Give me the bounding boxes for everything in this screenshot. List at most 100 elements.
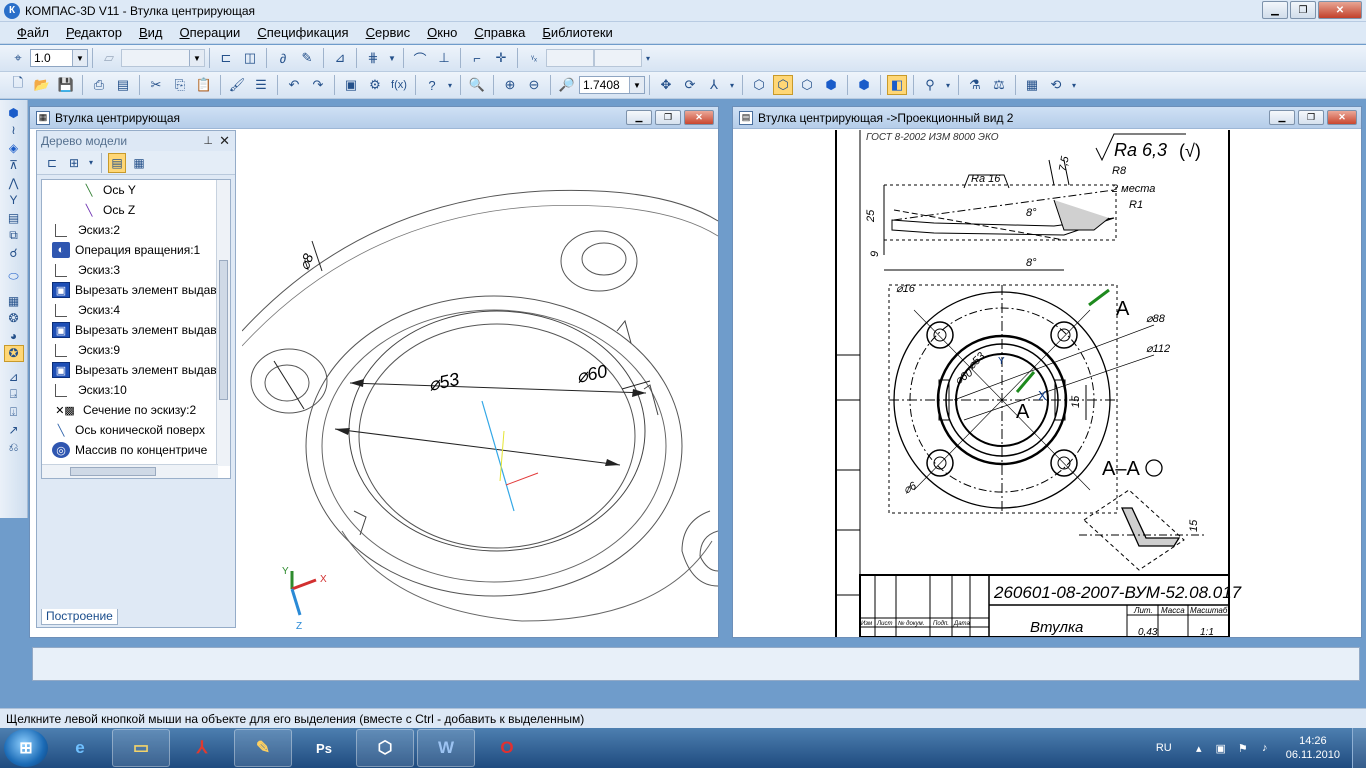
- variables-icon[interactable]: f(x): [389, 75, 409, 95]
- copy-icon[interactable]: ⎘: [170, 75, 190, 95]
- tree-item-sketch[interactable]: Эскиз:3: [42, 260, 230, 280]
- close-icon[interactable]: ✕: [1318, 1, 1362, 19]
- menu-specification[interactable]: Спецификация: [257, 25, 348, 40]
- menu-help[interactable]: Справка: [474, 25, 525, 40]
- restore-icon[interactable]: ❐: [1298, 110, 1324, 125]
- menu-view[interactable]: Вид: [139, 25, 163, 40]
- tree-item-cut[interactable]: ▣ Вырезать элемент выдав: [42, 360, 230, 380]
- spatial-curves-icon[interactable]: ≀: [4, 122, 24, 139]
- refresh-icon[interactable]: ⟲: [1046, 75, 1066, 95]
- model-viewport[interactable]: ⌀53 ⌀60 ⌀8 Y X Z: [242, 131, 718, 637]
- tree-item-cut[interactable]: ▣ Вырезать элемент выдав: [42, 280, 230, 300]
- menu-operations[interactable]: Операции: [179, 25, 240, 40]
- edit-model-icon[interactable]: ▦: [4, 292, 24, 309]
- coords-xy-icon[interactable]: ᵞₓ: [524, 48, 544, 68]
- snap-icon[interactable]: ⌖: [8, 48, 28, 68]
- kompas-task-icon[interactable]: ✎: [234, 729, 292, 767]
- restore-icon[interactable]: ❐: [655, 110, 681, 125]
- snap-bind-icon[interactable]: ∂: [273, 48, 293, 68]
- measure-icon[interactable]: ⚗: [965, 75, 985, 95]
- minimize-icon[interactable]: ▁: [1262, 1, 1288, 19]
- tree-item-axis[interactable]: ╲ Ось конической поверх: [42, 420, 230, 440]
- new-file-icon[interactable]: 🗋: [8, 75, 28, 95]
- hidden-lines-icon[interactable]: ⬡: [773, 75, 793, 95]
- menu-service[interactable]: Сервис: [366, 25, 411, 40]
- aux-geometry-icon[interactable]: ⋀: [4, 174, 24, 191]
- start-button[interactable]: ⊞: [4, 729, 48, 767]
- close-icon[interactable]: ✕: [219, 133, 230, 149]
- redo-icon[interactable]: ↷: [308, 75, 328, 95]
- chevron-down-icon[interactable]: ▼: [387, 48, 397, 68]
- zoom-icon[interactable]: 🔎: [557, 75, 577, 95]
- designation-icon[interactable]: ⍈: [4, 386, 24, 403]
- restore-icon[interactable]: ❐: [1290, 1, 1316, 19]
- volume-icon[interactable]: ♪: [1258, 741, 1272, 755]
- select-icon[interactable]: ⎌: [4, 439, 24, 456]
- tree-item-sketch[interactable]: Эскиз:9: [42, 340, 230, 360]
- cut-icon[interactable]: ✂: [146, 75, 166, 95]
- tree-item-sketch[interactable]: Эскиз:10: [42, 380, 230, 400]
- active-tool-icon[interactable]: ✪: [3, 344, 24, 362]
- photoshop-icon[interactable]: Ps: [295, 729, 353, 767]
- tree-item-axis-z[interactable]: ╲ Ось Z: [42, 200, 230, 220]
- tree-filter-icon[interactable]: ▦: [130, 153, 148, 173]
- y-coord-field[interactable]: [594, 49, 642, 67]
- tab-build[interactable]: Построение: [41, 609, 118, 625]
- halftone-edges-icon[interactable]: ⬢: [854, 75, 874, 95]
- round-icon[interactable]: ⌒: [410, 48, 430, 68]
- clock[interactable]: 14:26 06.11.2010: [1286, 734, 1340, 762]
- x-coord-field[interactable]: [546, 49, 594, 67]
- filter-tool-icon[interactable]: ⧉: [4, 227, 24, 244]
- tree-item-pattern[interactable]: ◎ Массив по концентриче: [42, 440, 230, 460]
- paste-icon[interactable]: 📋: [194, 75, 214, 95]
- manager-icon[interactable]: ▣: [341, 75, 361, 95]
- language-indicator[interactable]: RU: [1156, 742, 1172, 754]
- menu-edit[interactable]: Редактор: [66, 25, 122, 40]
- camera-icon[interactable]: ◕: [4, 327, 24, 344]
- filter-icon[interactable]: ⚲: [920, 75, 940, 95]
- show-desktop-button[interactable]: [1352, 728, 1366, 768]
- param-icon[interactable]: ↗: [4, 421, 24, 438]
- drawing-viewport[interactable]: ГОСТ 8-2002 ИЗМ 8000 ЭКО Ra 6,3 (√) Ra 1…: [734, 130, 1360, 637]
- chevron-down-icon[interactable]: ▾: [446, 75, 454, 95]
- wireframe-icon[interactable]: ⬡: [749, 75, 769, 95]
- dimension-icon[interactable]: ⊿: [4, 369, 24, 386]
- pin-icon[interactable]: ⊥: [203, 134, 213, 147]
- undo-icon[interactable]: ↶: [284, 75, 304, 95]
- zoom-window-icon[interactable]: 🔍: [467, 75, 487, 95]
- chevron-down-icon[interactable]: ▼: [629, 77, 644, 93]
- tree-view-mode-icon[interactable]: ▤: [108, 152, 126, 173]
- preview-icon[interactable]: ▤: [113, 75, 133, 95]
- menu-file[interactable]: Файл: [17, 25, 49, 40]
- minimize-icon[interactable]: ▁: [626, 110, 652, 125]
- pencil-icon[interactable]: ✎: [297, 48, 317, 68]
- close-icon[interactable]: ✕: [684, 110, 714, 125]
- ie-icon[interactable]: e: [51, 729, 109, 767]
- vmware-icon[interactable]: ⬡: [356, 729, 414, 767]
- save-icon[interactable]: 💾: [56, 75, 76, 95]
- action-center-icon[interactable]: ⚑: [1236, 741, 1250, 755]
- cursor-xy-icon[interactable]: ✛: [491, 48, 511, 68]
- sheet-metal-icon[interactable]: Y: [4, 192, 24, 209]
- specification-icon[interactable]: ☌: [4, 244, 24, 261]
- tree-order-icon[interactable]: ⊏: [43, 153, 61, 173]
- print-icon[interactable]: ⎙: [89, 75, 109, 95]
- library-icon[interactable]: ⚙: [365, 75, 385, 95]
- body-icon[interactable]: ⬭: [4, 268, 24, 285]
- orientation-icon[interactable]: ◫: [240, 48, 260, 68]
- local-cs-icon[interactable]: ⊏: [216, 48, 236, 68]
- arrays-icon[interactable]: ⊼: [4, 157, 24, 174]
- kompas-app-icon[interactable]: К: [4, 2, 20, 19]
- no-hidden-lines-icon[interactable]: ⬡: [797, 75, 817, 95]
- zoom-combo[interactable]: 1.7408 ▼: [579, 76, 645, 94]
- polyline-icon[interactable]: ⌐: [467, 48, 487, 68]
- close-icon[interactable]: ✕: [1327, 110, 1357, 125]
- zoom-out-icon[interactable]: ⊖: [524, 75, 544, 95]
- chevron-down-icon[interactable]: ▾: [944, 75, 952, 95]
- tree-item-sketch[interactable]: Эскиз:4: [42, 300, 230, 320]
- tree-item-axis-y[interactable]: ╲ Ось Y: [42, 180, 230, 200]
- solid-ops-icon[interactable]: ⬢: [4, 104, 24, 121]
- menu-window[interactable]: Окно: [427, 25, 457, 40]
- toolbar-overflow-icon[interactable]: ▾: [644, 48, 652, 68]
- tree-item-revolve[interactable]: ◐ Операция вращения:1: [42, 240, 230, 260]
